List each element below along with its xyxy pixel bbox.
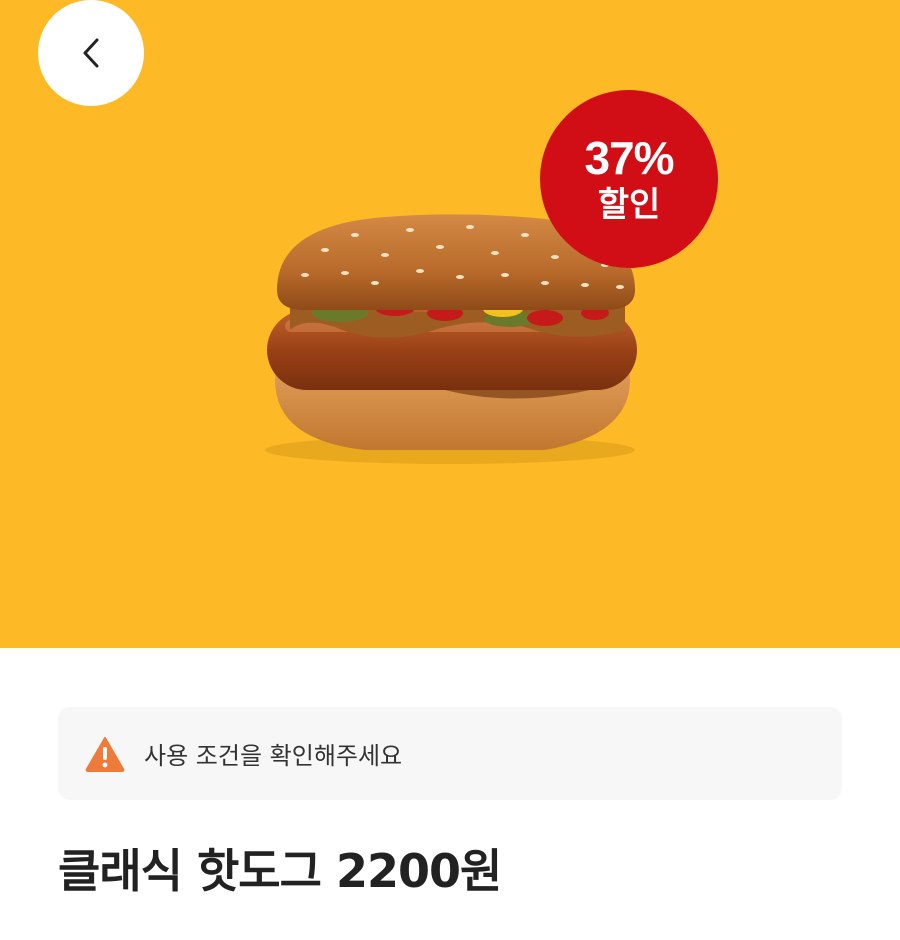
warning-icon <box>85 736 125 772</box>
discount-percent: 37% <box>584 132 674 184</box>
chevron-left-icon <box>83 38 99 68</box>
back-button[interactable] <box>38 0 144 106</box>
usage-notice[interactable]: 사용 조건을 확인해주세요 <box>58 707 842 800</box>
product-hero: 37% 할인 <box>0 0 900 648</box>
product-title: 클래식 핫도그 2200원 <box>58 844 502 898</box>
discount-badge: 37% 할인 <box>540 90 718 268</box>
notice-text: 사용 조건을 확인해주세요 <box>144 742 403 770</box>
discount-label: 할인 <box>597 185 661 225</box>
